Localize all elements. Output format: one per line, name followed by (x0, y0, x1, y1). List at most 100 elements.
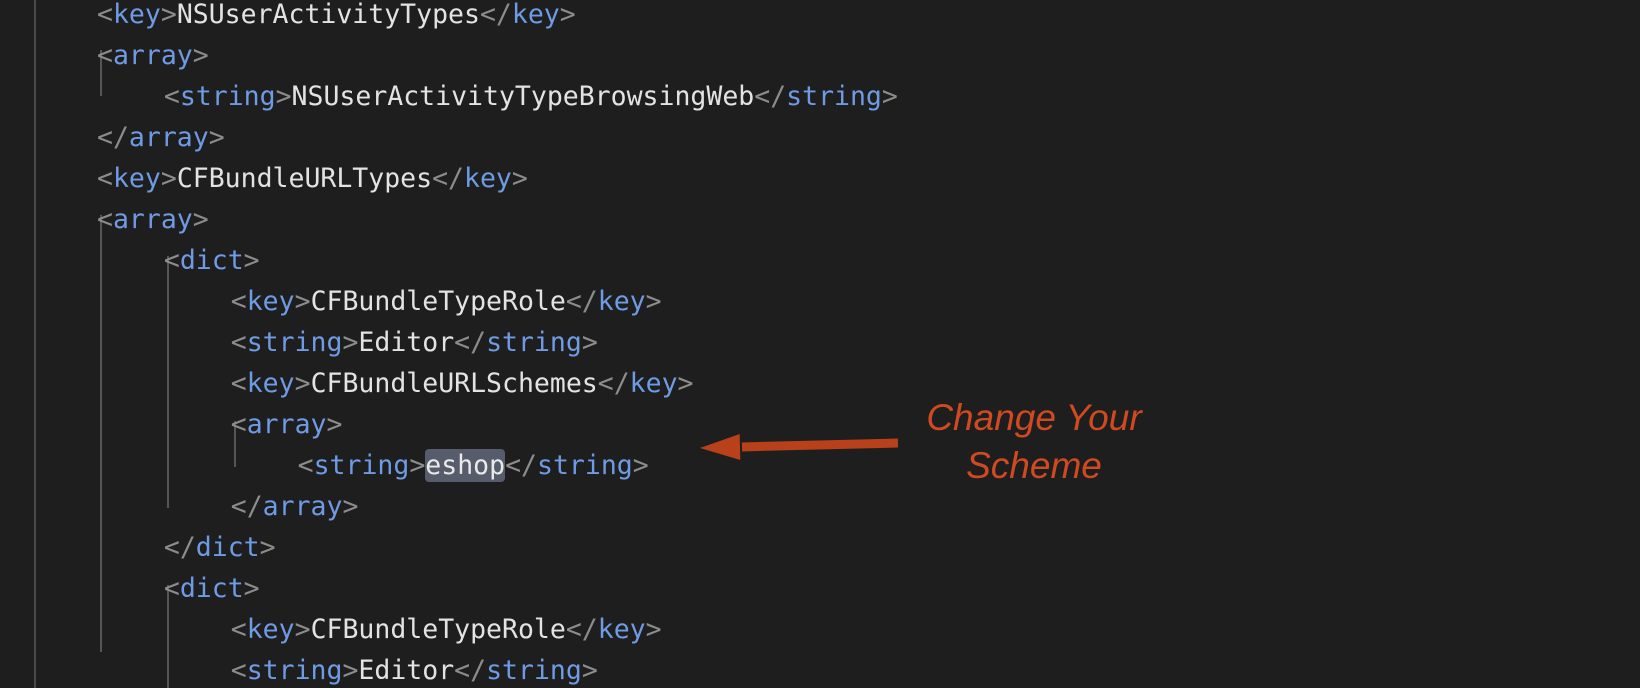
xml-bracket: < (297, 450, 314, 481)
xml-bracket: </ (505, 450, 537, 481)
xml-text-content: Editor (358, 655, 455, 686)
xml-tag-name: string (537, 450, 633, 481)
xml-bracket: </ (454, 327, 487, 358)
xml-tag-name: key (597, 286, 646, 317)
xml-bracket: > (294, 614, 311, 645)
xml-text-content: CFBundleTypeRole (310, 614, 566, 645)
xml-tag-name: string (486, 655, 582, 686)
xml-tag-name: array (112, 204, 193, 235)
code-line[interactable]: <key>NSUserActivityTypes</key> (0, 0, 1640, 35)
xml-text-content: CFBundleTypeRole (310, 286, 566, 317)
xml-bracket: > (632, 450, 649, 481)
xml-tag-name: array (128, 122, 209, 153)
xml-bracket: </ (565, 286, 598, 317)
xml-bracket: > (160, 0, 177, 30)
xml-bracket: > (559, 0, 576, 30)
xml-bracket: </ (754, 81, 787, 112)
xml-tag-name: key (597, 614, 646, 645)
xml-bracket: > (294, 368, 311, 399)
xml-bracket: < (97, 163, 113, 194)
xml-text-content: CFBundleURLSchemes (310, 368, 598, 399)
xml-tag-name: string (486, 327, 582, 358)
code-line[interactable]: <dict> (0, 240, 1640, 281)
xml-bracket: </ (163, 532, 196, 563)
xml-bracket: > (342, 327, 359, 358)
xml-bracket: < (163, 245, 180, 276)
xml-bracket: > (581, 655, 598, 686)
xml-tag-name: dict (179, 245, 244, 276)
xml-bracket: < (230, 368, 247, 399)
xml-tag-name: key (629, 368, 678, 399)
xml-tag-name: string (313, 450, 410, 481)
xml-tag-name: string (786, 81, 882, 112)
code-line[interactable]: <key>CFBundleTypeRole</key> (0, 609, 1640, 650)
code-line[interactable]: <string>NSUserActivityTypeBrowsingWeb</s… (0, 76, 1640, 117)
xml-tag-name: array (112, 40, 193, 71)
xml-bracket: > (581, 327, 598, 358)
code-line[interactable]: <array> (0, 199, 1640, 240)
annotation-line-1: Change Your (926, 397, 1142, 438)
xml-tag-name: string (246, 655, 343, 686)
xml-bracket: < (163, 81, 180, 112)
xml-bracket: > (208, 122, 225, 153)
xml-tag-name: key (246, 614, 295, 645)
xml-bracket: < (230, 614, 247, 645)
xml-bracket: > (645, 286, 662, 317)
xml-tag-name: key (246, 368, 295, 399)
xml-bracket: </ (565, 614, 598, 645)
xml-bracket: </ (97, 122, 129, 153)
xml-bracket: < (97, 204, 113, 235)
annotation-label: Change Your Scheme (910, 394, 1158, 490)
xml-tag-name: string (179, 81, 276, 112)
xml-bracket: </ (454, 655, 487, 686)
xml-bracket: < (230, 409, 247, 440)
selected-text: eshop (425, 449, 506, 482)
xml-bracket: > (160, 163, 177, 194)
xml-bracket: </ (230, 491, 263, 522)
code-line[interactable]: <key>CFBundleURLSchemes</key> (0, 363, 1640, 404)
code-line[interactable]: <dict> (0, 568, 1640, 609)
code-content[interactable]: <key>NSUserActivityTypes</key> <array> <st… (0, 0, 1640, 688)
xml-bracket: </ (479, 0, 512, 30)
code-line[interactable]: <string>Editor</string> (0, 322, 1640, 363)
xml-bracket: > (677, 368, 694, 399)
code-line[interactable]: <key>CFBundleTypeRole</key> (0, 281, 1640, 322)
code-line[interactable]: </dict> (0, 527, 1640, 568)
xml-bracket: < (230, 327, 247, 358)
xml-tag-name: key (112, 0, 161, 30)
xml-tag-name: key (112, 163, 161, 194)
code-line[interactable]: </array> (0, 117, 1640, 158)
code-line[interactable]: <array> (0, 35, 1640, 76)
xml-bracket: > (881, 81, 898, 112)
xml-tag-name: string (246, 327, 343, 358)
xml-tag-name: array (262, 491, 343, 522)
xml-bracket: > (645, 614, 662, 645)
xml-bracket: > (342, 655, 359, 686)
xml-tag-name: dict (195, 532, 260, 563)
xml-tag-name: key (511, 0, 560, 30)
xml-text-content: Editor (358, 327, 455, 358)
annotation-line-2: Scheme (966, 445, 1102, 486)
xml-text-content: CFBundleURLTypes (176, 163, 433, 194)
xml-tag-name: key (246, 286, 295, 317)
code-line[interactable]: <string>eshop</string> (0, 445, 1640, 486)
xml-bracket: < (97, 40, 113, 71)
xml-bracket: > (275, 81, 292, 112)
xml-bracket: > (243, 245, 260, 276)
xml-bracket: > (243, 573, 260, 604)
xml-bracket: > (409, 450, 426, 481)
code-line[interactable]: <string>Editor</string> (0, 650, 1640, 688)
xml-tag-name: dict (179, 573, 244, 604)
xml-bracket: > (294, 286, 311, 317)
xml-bracket: > (342, 491, 359, 522)
xml-bracket: < (230, 655, 247, 686)
xml-text-content: NSUserActivityTypeBrowsingWeb (291, 81, 755, 112)
code-line[interactable]: </array> (0, 486, 1640, 527)
xml-bracket: > (511, 163, 528, 194)
xml-bracket: > (192, 204, 209, 235)
code-line[interactable]: <key>CFBundleURLTypes</key> (0, 158, 1640, 199)
xml-bracket: < (163, 573, 180, 604)
code-line[interactable]: <array> (0, 404, 1640, 445)
xml-text-content: NSUserActivityTypes (176, 0, 480, 30)
xml-tag-name: array (246, 409, 327, 440)
